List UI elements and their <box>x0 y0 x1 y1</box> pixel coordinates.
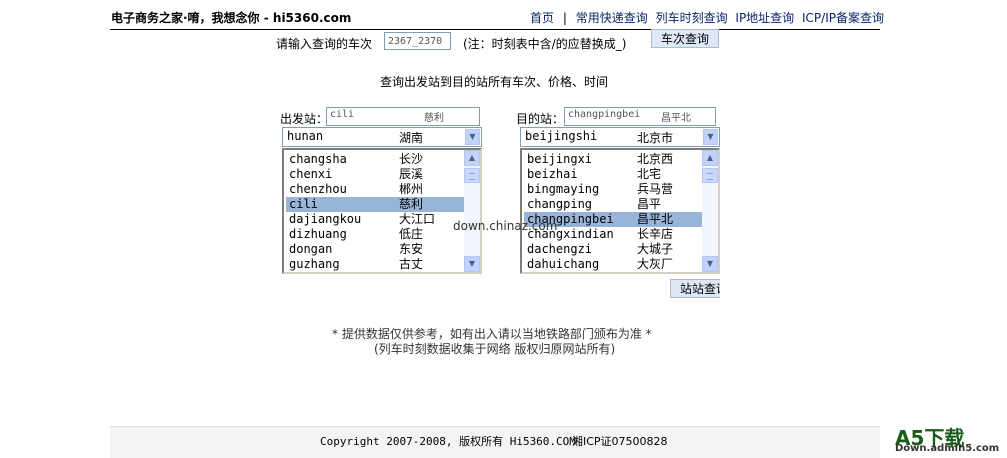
station-name: 大江口 <box>399 212 436 226</box>
station-query-button-clip: 站站查询 <box>670 279 720 299</box>
scrollbar-thumb[interactable] <box>464 168 480 183</box>
station-name: 郴州 <box>399 182 424 196</box>
to-station-code: changpingbei <box>568 109 641 120</box>
footer-icp-link[interactable]: 湘ICP证07500828 <box>572 433 668 449</box>
to-province-select[interactable]: beijingshi 北京市 ▼ <box>520 127 720 147</box>
a5-logo-sub: Down.admin5.com <box>895 443 1000 454</box>
nav-train[interactable]: 列车时刻查询 <box>656 11 728 25</box>
station-code: changping <box>527 197 593 211</box>
to-station-name: 昌平北 <box>661 113 691 124</box>
station-name: 昌平北 <box>637 212 674 226</box>
from-station-input[interactable]: cili 慈利 <box>326 107 480 126</box>
watermark-text: down.chinaz.com <box>453 219 558 233</box>
station-code: beijingxi <box>527 152 593 166</box>
chevron-down-icon[interactable]: ▼ <box>465 129 480 145</box>
list-item[interactable]: chenzhou 郴州 <box>286 182 464 197</box>
station-name: 北宅 <box>637 167 662 181</box>
chevron-up-icon[interactable]: ▲ <box>464 150 480 166</box>
from-province-code: hunan <box>287 129 324 143</box>
from-province-select[interactable]: hunan 湖南 ▼ <box>282 127 482 147</box>
station-name: 慈利 <box>399 197 424 211</box>
train-query-note: (注：时刻表中含/的应替换成_) <box>463 37 627 51</box>
nav-home[interactable]: 首页 <box>530 11 554 25</box>
station-code: changsha <box>289 152 347 166</box>
list-item[interactable]: dongan 东安 <box>286 242 464 257</box>
chevron-down-icon[interactable]: ▼ <box>702 256 718 272</box>
list-item[interactable]: beizhai 北宅 <box>524 167 702 182</box>
station-name: 辰溪 <box>399 167 424 181</box>
nav-express[interactable]: 常用快递查询 <box>576 11 648 25</box>
station-code: dachengzi <box>527 242 593 256</box>
list-item-selected[interactable]: cili 慈利 <box>286 197 464 212</box>
station-code: cili <box>289 197 318 211</box>
chevron-up-icon[interactable]: ▲ <box>702 150 718 166</box>
station-name: 古丈 <box>399 257 424 271</box>
scrollbar-thumb[interactable] <box>702 168 718 183</box>
list-item[interactable]: guzhang 古丈 <box>286 257 464 272</box>
chevron-down-icon[interactable]: ▼ <box>703 129 718 145</box>
station-name: 大灰厂 <box>637 257 674 271</box>
nav-icp[interactable]: ICP/IP备案查询 <box>802 11 884 25</box>
from-station-name: 慈利 <box>424 113 444 124</box>
from-station-list[interactable]: changsha 长沙 chenxi 辰溪 chenzhou 郴州 cili 慈… <box>282 148 482 274</box>
to-station-label: 目的站： <box>516 112 565 126</box>
to-station-input[interactable]: changpingbei 昌平北 <box>564 107 716 126</box>
station-name: 北京西 <box>637 152 674 166</box>
station-code: dongan <box>289 242 333 256</box>
station-code: chenzhou <box>289 182 347 196</box>
station-query-button[interactable]: 站站查询 <box>670 279 720 298</box>
footer: Copyright 2007-2008, 版权所有 Hi5360.COM 湘IC… <box>110 426 880 458</box>
station-name: 长沙 <box>399 152 424 166</box>
scrollbar[interactable]: ▲ ▼ <box>702 150 718 272</box>
scrollbar[interactable]: ▲ ▼ <box>464 150 480 272</box>
station-query-heading: 查询出发站到目的站所有车次、价格、时间 <box>380 75 609 89</box>
list-item[interactable]: changping 昌平 <box>524 197 702 212</box>
list-item[interactable]: dajiangkou 大江口 <box>286 212 464 227</box>
station-code: chenxi <box>289 167 333 181</box>
nav-separator: | <box>562 11 567 25</box>
station-code: dajiangkou <box>289 212 362 226</box>
list-item[interactable]: dachengzi 大城子 <box>524 242 702 257</box>
station-code: bingmaying <box>527 182 600 196</box>
footer-copyright: Copyright 2007-2008, 版权所有 Hi5360.COM <box>320 435 576 448</box>
to-province-name: 北京市 <box>637 131 674 145</box>
list-item[interactable]: dahuichang 大灰厂 <box>524 257 702 272</box>
from-province-name: 湖南 <box>399 131 424 145</box>
station-code: dizhuang <box>289 227 347 241</box>
header-divider <box>110 29 880 30</box>
station-name: 兵马营 <box>637 182 674 196</box>
list-item[interactable]: chenxi 辰溪 <box>286 167 464 182</box>
to-station-list[interactable]: beijingxi 北京西 beizhai 北宅 bingmaying 兵马营 … <box>520 148 720 274</box>
from-station-code: cili <box>330 109 355 120</box>
station-name: 低庄 <box>399 227 424 241</box>
train-query-button[interactable]: 车次查询 <box>651 29 719 48</box>
station-name: 大城子 <box>637 242 674 256</box>
list-item[interactable]: bingmaying 兵马营 <box>524 182 702 197</box>
disclaimer-line-2: (列车时刻数据收集于网络 版权归原网站所有) <box>374 342 616 356</box>
from-station-label: 出发站： <box>280 112 329 126</box>
chevron-down-icon[interactable]: ▼ <box>464 256 480 272</box>
station-name: 昌平 <box>637 197 662 211</box>
train-query-label: 请输入查询的车次 <box>276 37 373 51</box>
top-nav: 首页 | 常用快递查询 列车时刻查询 IP地址查询 ICP/IP备案查询 <box>530 9 884 26</box>
a5-logo: A5下载 Down.admin5.com <box>893 420 1003 456</box>
to-province-code: beijingshi <box>525 129 598 143</box>
station-name: 东安 <box>399 242 424 256</box>
list-item[interactable]: beijingxi 北京西 <box>524 152 702 167</box>
station-code: guzhang <box>289 257 340 271</box>
train-number-input[interactable] <box>384 32 451 50</box>
station-code: dahuichang <box>527 257 600 271</box>
nav-ip[interactable]: IP地址查询 <box>735 11 794 25</box>
site-title: 电子商务之家·唷，我想念你 - hi5360.com <box>111 11 352 25</box>
list-item[interactable]: changsha 长沙 <box>286 152 464 167</box>
list-item[interactable]: dizhuang 低庄 <box>286 227 464 242</box>
station-name: 长辛店 <box>637 227 674 241</box>
station-code: beizhai <box>527 167 578 181</box>
